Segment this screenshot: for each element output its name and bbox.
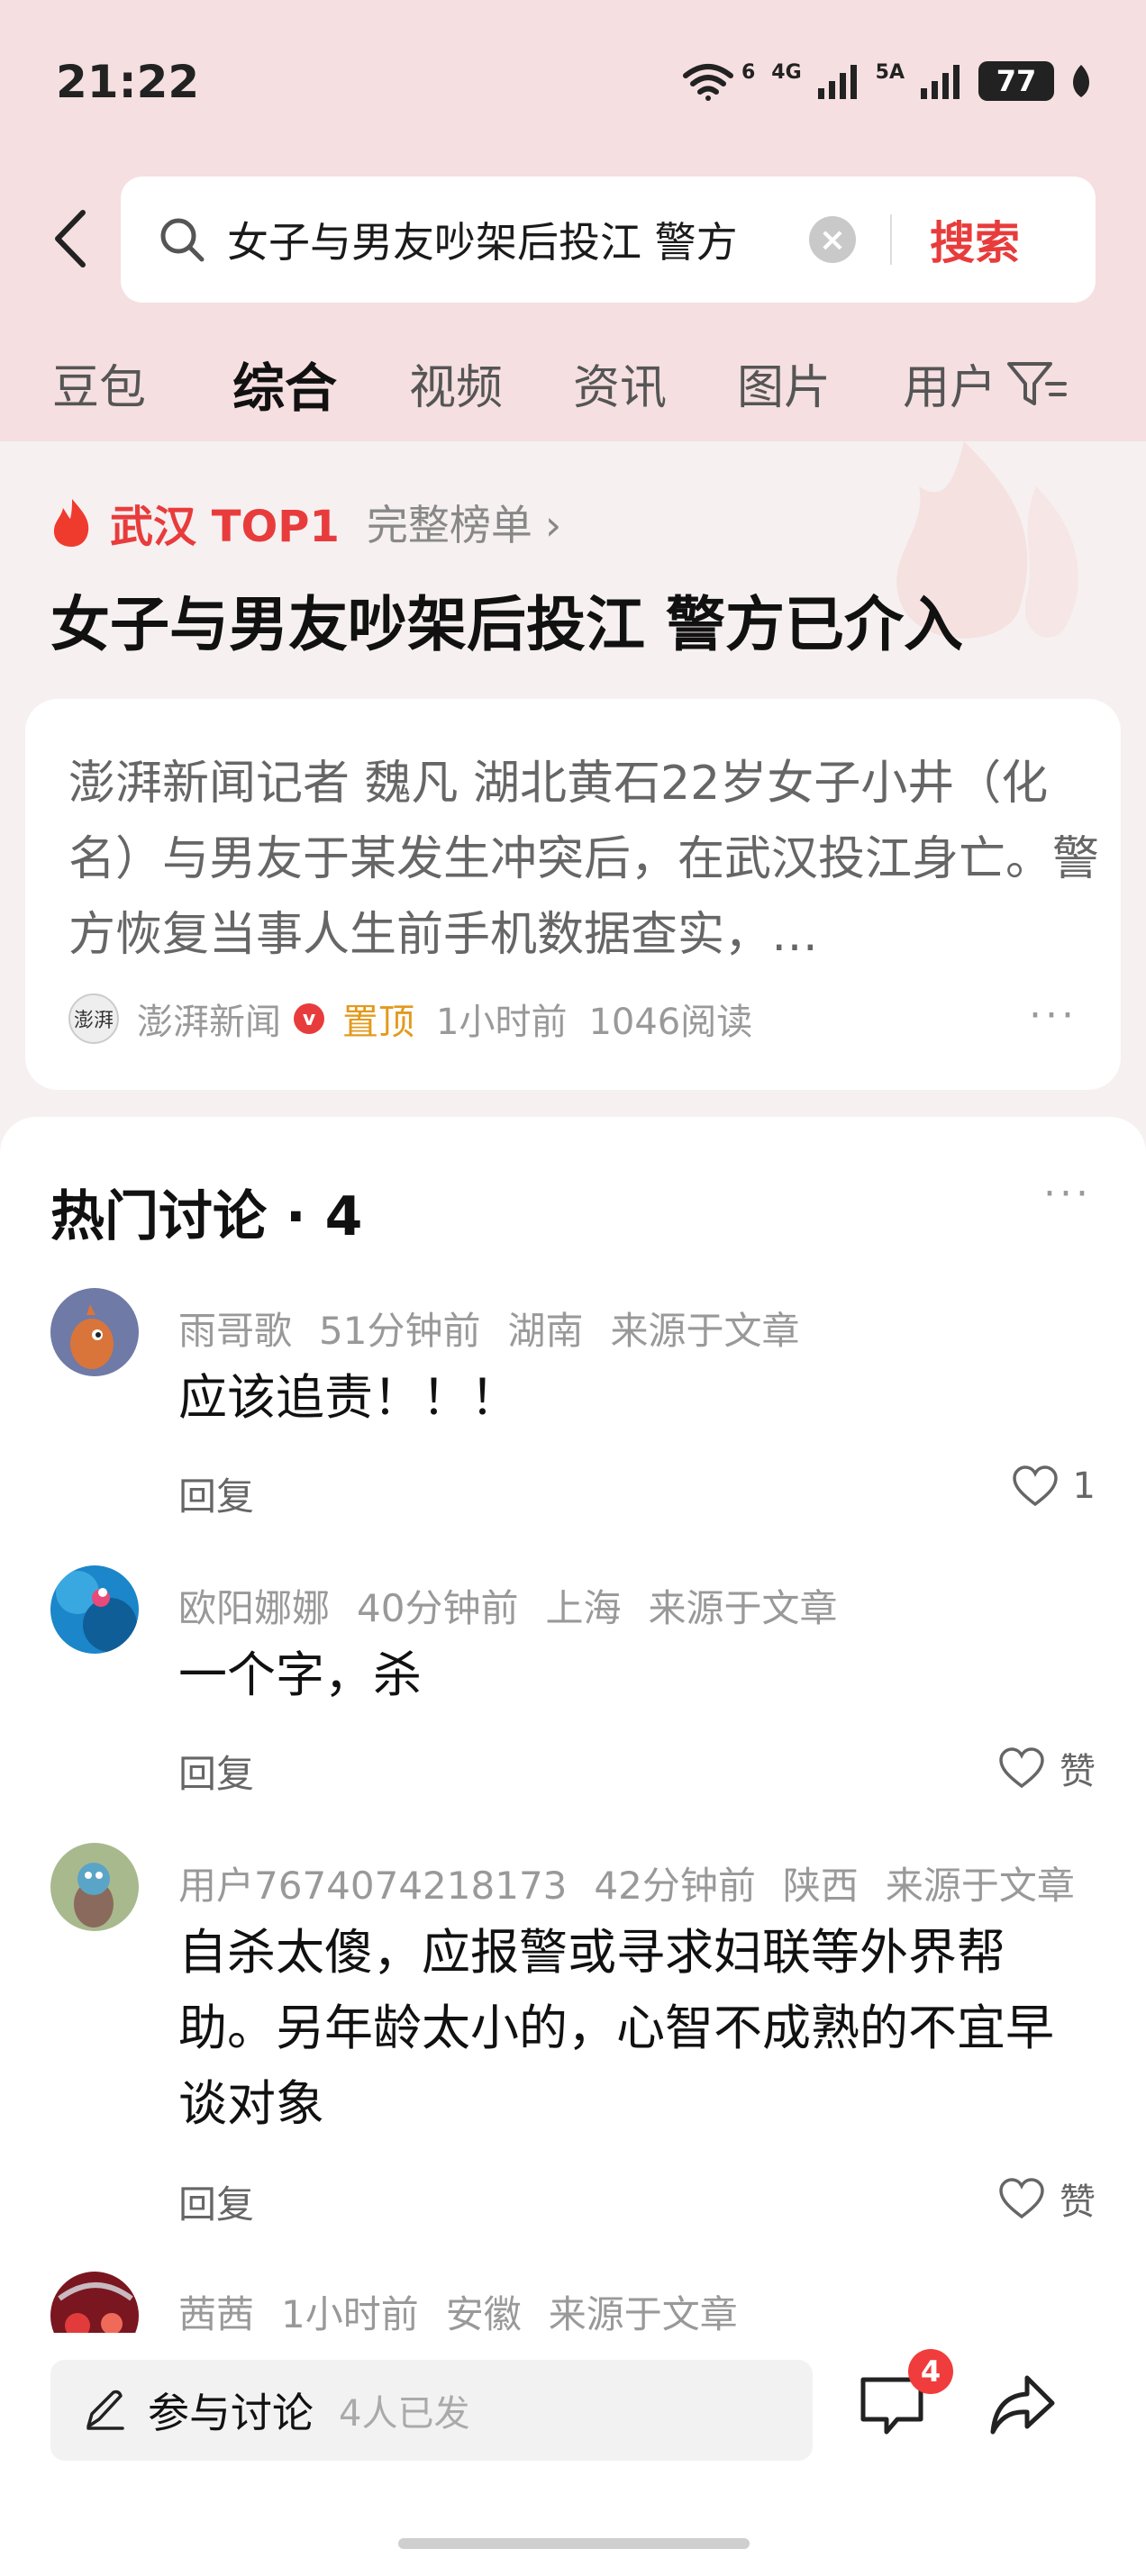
fire-icon [53,499,89,547]
discuss-count: 4人已发 [339,2393,470,2435]
heart-icon [999,1747,1044,1789]
tab-video[interactable]: 视频 [409,349,503,417]
verified-icon: v [294,1003,324,1034]
comments-more-icon[interactable]: ··· [1043,1171,1092,1217]
comment-location: 安徽 [445,2292,522,2336]
comment-text: 应该追责！！！ [178,1369,519,1426]
back-arrow-icon[interactable] [47,207,101,270]
filter-icon[interactable] [1005,358,1069,409]
like-button[interactable]: 赞 [998,1742,1096,1794]
comment-location: 上海 [545,1586,622,1630]
more-options-icon[interactable]: ··· [1029,993,1078,1039]
source-name: 澎湃新闻 [137,1002,281,1043]
chevron-right-icon: › [544,501,562,549]
comment-source: 来源于文章 [648,1586,838,1630]
comment-meta: 雨哥歌 51分钟前 湖南 来源于文章 [178,1301,827,1356]
reply-button[interactable]: 回复 [178,2174,254,2229]
comment-time: 42分钟前 [594,1864,756,1908]
pen-icon [86,2390,124,2430]
topic-headline: 女子与男友吵架后投江 警方已介入 [50,590,963,659]
comment-location: 湖南 [507,1309,584,1353]
heart-icon [1012,1465,1058,1507]
signal-label-1: 4G [771,60,802,84]
source-avatar: 澎湃 [68,993,119,1044]
comment-meta: 用户7674074218173 42分钟前 陕西 来源于文章 [178,1855,1102,1910]
pinned-badge: 置顶 [342,1002,414,1043]
signal-icon-1 [817,65,857,99]
comment-meta: 茜茜 1小时前 安徽 来源于文章 [178,2284,765,2339]
reply-button[interactable]: 回复 [178,1744,254,1799]
status-icons: 6 4G 5A 77 [680,61,1092,101]
leaf-icon [1073,65,1089,97]
comment-source: 来源于文章 [548,2292,738,2336]
comment-user[interactable]: 欧阳娜娜 [178,1586,330,1630]
avatar[interactable] [50,1288,139,1376]
comment-user[interactable]: 雨哥歌 [178,1309,292,1353]
topic-row: 武汉 TOP1 完整榜单 › [50,493,561,552]
tab-overall[interactable]: 综合 [232,346,337,422]
comment-user[interactable]: 用户7674074218173 [178,1864,567,1908]
battery-icon: 77 [978,61,1054,101]
article-reads: 1046阅读 [588,1002,753,1043]
article-card[interactable]: 澎湃新闻记者 魏凡 湖北黄石22岁女子小井（化名）与男友于某发生冲突后，在武汉投… [25,699,1121,1090]
discuss-label: 参与讨论 [148,2389,314,2437]
topic-tag: 武汉 TOP1 [110,502,340,552]
search-divider [890,214,892,265]
reply-button[interactable]: 回复 [178,1466,254,1521]
comment-time: 40分钟前 [357,1586,519,1630]
tab-images[interactable]: 图片 [737,349,831,417]
like-count: 1 [1072,1465,1096,1507]
signal-icon-2 [921,65,960,99]
status-time: 21:22 [56,56,200,108]
heart-icon [999,2178,1044,2219]
comment-text: 自杀太傻，应报警或寻求妇联等外界帮助。另年龄太小的，心智不成熟的不宜早谈对象 [178,1924,1054,2132]
article-summary: 澎湃新闻记者 魏凡 湖北黄石22岁女子小井（化名）与男友于某发生冲突后，在武汉投… [68,757,1100,962]
comment-count-badge: 4 [908,2349,953,2394]
search-input[interactable]: 女子与男友吵架后投江 警方 [227,210,786,269]
wifi-label: 6 [741,60,756,84]
search-icon [160,218,205,262]
search-box[interactable]: 女子与男友吵架后投江 警方 × 搜索 [121,177,1096,303]
signal-label-2: 5A [875,60,905,84]
share-icon[interactable] [986,2369,1058,2441]
article-meta: 澎湃 澎湃新闻 v 置顶 1小时前 1046阅读 [68,993,752,1045]
full-ranking-link[interactable]: 完整榜单 › [367,493,561,552]
search-button[interactable]: 搜索 [930,207,1020,272]
comment-text: 一个字，杀 [178,1646,422,1703]
bottom-bar: 参与讨论 4人已发 4 [0,2333,1146,2576]
article-time: 1小时前 [436,1002,568,1043]
like-count: 赞 [1060,1751,1096,1792]
avatar[interactable] [50,1565,139,1654]
comment-source: 来源于文章 [885,1864,1075,1908]
comment-user[interactable]: 茜茜 [178,2292,254,2336]
tab-doubao[interactable]: 豆包 [52,349,146,417]
category-tabs: 豆包 综合 视频 资讯 图片 用户 [0,349,1146,422]
comment-location: 陕西 [782,1864,859,1908]
discuss-input[interactable]: 参与讨论 4人已发 [50,2360,813,2461]
status-bar: 21:22 6 4G 5A 77 [0,0,1146,171]
tab-news[interactable]: 资讯 [573,349,667,417]
home-indicator [398,2538,750,2549]
tab-users[interactable]: 用户 [903,349,996,417]
like-button[interactable]: 1 [1012,1465,1096,1508]
like-count: 赞 [1060,2181,1096,2223]
comment-time: 1小时前 [281,2292,419,2336]
comment-meta: 欧阳娜娜 40分钟前 上海 来源于文章 [178,1578,865,1633]
comment-source: 来源于文章 [610,1309,800,1353]
avatar[interactable] [50,1843,139,1931]
comment-time: 51分钟前 [319,1309,481,1353]
wifi-icon [682,64,733,101]
full-ranking-label: 完整榜单 [366,501,532,549]
clear-icon[interactable]: × [809,216,856,263]
comments-title: 热门讨论 · 4 [50,1185,363,1248]
like-button[interactable]: 赞 [998,2172,1096,2225]
